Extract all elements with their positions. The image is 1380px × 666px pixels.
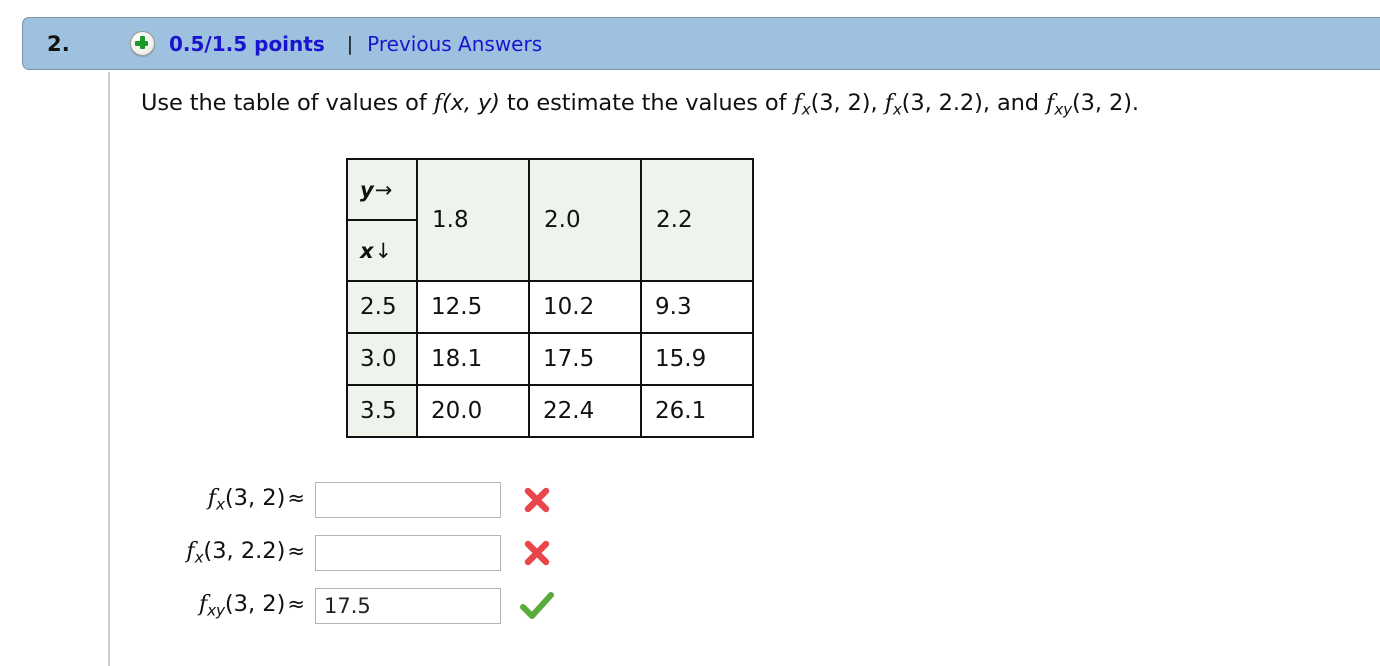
cell-0-1: 10.2 — [528, 280, 642, 334]
row-header-0: 2.5 — [346, 280, 418, 334]
column-header-2: 2.2 — [640, 158, 754, 282]
table-header-row: y → x ↓ 1.8 2.0 2.2 — [346, 158, 754, 282]
answer-label-1: fx(3, 2.2)≈ — [141, 538, 315, 566]
answer-input-1[interactable] — [315, 534, 501, 571]
answer-label-0: fx(3, 2)≈ — [141, 485, 315, 513]
cell-0-0: 12.5 — [416, 280, 530, 334]
answer-2-approx: ≈ — [287, 592, 305, 617]
prompt-comma1: , — [870, 90, 885, 116]
prompt-comma2: , and — [982, 90, 1047, 116]
corner-x-axis-label: x ↓ — [348, 221, 416, 280]
cell-2-1: 22.4 — [528, 384, 642, 438]
separator-pipe: | — [346, 32, 354, 55]
prompt-text-part1: Use the table of values of — [141, 90, 434, 116]
column-header-0: 1.8 — [416, 158, 530, 282]
row-header-2: 3.5 — [346, 384, 418, 438]
question-number: 2. — [47, 31, 70, 56]
table-row: 3.0 18.1 17.5 15.9 — [346, 332, 754, 386]
prompt-period: . — [1131, 90, 1139, 116]
term3-subscript: xy — [1054, 100, 1072, 119]
cell-0-2: 9.3 — [640, 280, 754, 334]
answer-0-args: (3, 2) — [224, 485, 286, 512]
content-divider — [108, 72, 110, 666]
answer-input-2[interactable] — [315, 587, 501, 624]
answer-1-args: (3, 2.2) — [203, 538, 286, 565]
cross-icon — [517, 538, 557, 568]
table-corner-cell: y → x ↓ — [346, 158, 418, 282]
term1-f: f — [793, 90, 802, 116]
plus-circle-icon[interactable] — [130, 31, 155, 56]
corner-x-letter: x — [360, 238, 374, 263]
answer-label-2: fxy(3, 2)≈ — [141, 591, 315, 619]
term1-subscript: x — [801, 100, 811, 119]
term3-args: (3, 2) — [1071, 90, 1132, 116]
previous-answers-link[interactable]: Previous Answers — [367, 32, 542, 56]
prompt-fn-args: (x, y) — [441, 90, 500, 116]
answer-input-0[interactable] — [315, 481, 501, 518]
question-prompt: Use the table of values of f(x, y) to es… — [141, 90, 1139, 118]
answer-0-f: f — [207, 485, 217, 512]
answer-row-1: fx(3, 2.2)≈ — [141, 526, 557, 579]
answer-2-subscript: xy — [207, 601, 225, 620]
row-header-1: 3.0 — [346, 332, 418, 386]
corner-y-axis-label: y → — [348, 160, 416, 221]
cell-2-2: 26.1 — [640, 384, 754, 438]
table-row: 3.5 20.0 22.4 26.1 — [346, 384, 754, 438]
answer-2-args: (3, 2) — [224, 591, 286, 618]
column-header-1: 2.0 — [528, 158, 642, 282]
answer-2-f: f — [198, 591, 208, 618]
answer-1-f: f — [186, 538, 195, 565]
check-icon — [517, 591, 557, 621]
term2-args: (3, 2.2) — [901, 90, 983, 116]
table-row: 2.5 12.5 10.2 9.3 — [346, 280, 754, 334]
answer-0-subscript: x — [216, 495, 225, 514]
points-label: 0.5/1.5 points — [169, 31, 325, 56]
prompt-fn-f: f — [433, 90, 442, 116]
cell-2-0: 20.0 — [416, 384, 530, 438]
prompt-text-part2: to estimate the values of — [499, 90, 794, 116]
corner-y-letter: y — [360, 177, 374, 202]
answer-row-2: fxy(3, 2)≈ — [141, 579, 557, 632]
cell-1-1: 17.5 — [528, 332, 642, 386]
cell-1-2: 15.9 — [640, 332, 754, 386]
cross-icon — [517, 485, 557, 515]
term1-args: (3, 2) — [810, 90, 871, 116]
values-table: y → x ↓ 1.8 2.0 2.2 2.5 12.5 10.2 9.3 3.0 … — [346, 158, 754, 438]
answer-1-approx: ≈ — [287, 539, 305, 564]
answer-row-0: fx(3, 2)≈ — [141, 473, 557, 526]
question-header-bar: 2. 0.5/1.5 points | Previous Answers — [22, 17, 1380, 70]
arrow-right-icon: → — [374, 177, 393, 202]
cell-1-0: 18.1 — [416, 332, 530, 386]
answer-0-approx: ≈ — [287, 486, 305, 511]
term2-f: f — [884, 90, 893, 116]
term2-subscript: x — [892, 100, 902, 119]
arrow-down-icon: ↓ — [374, 238, 393, 263]
answers-section: fx(3, 2)≈ fx(3, 2.2)≈ fxy(3, 2)≈ — [141, 473, 557, 632]
